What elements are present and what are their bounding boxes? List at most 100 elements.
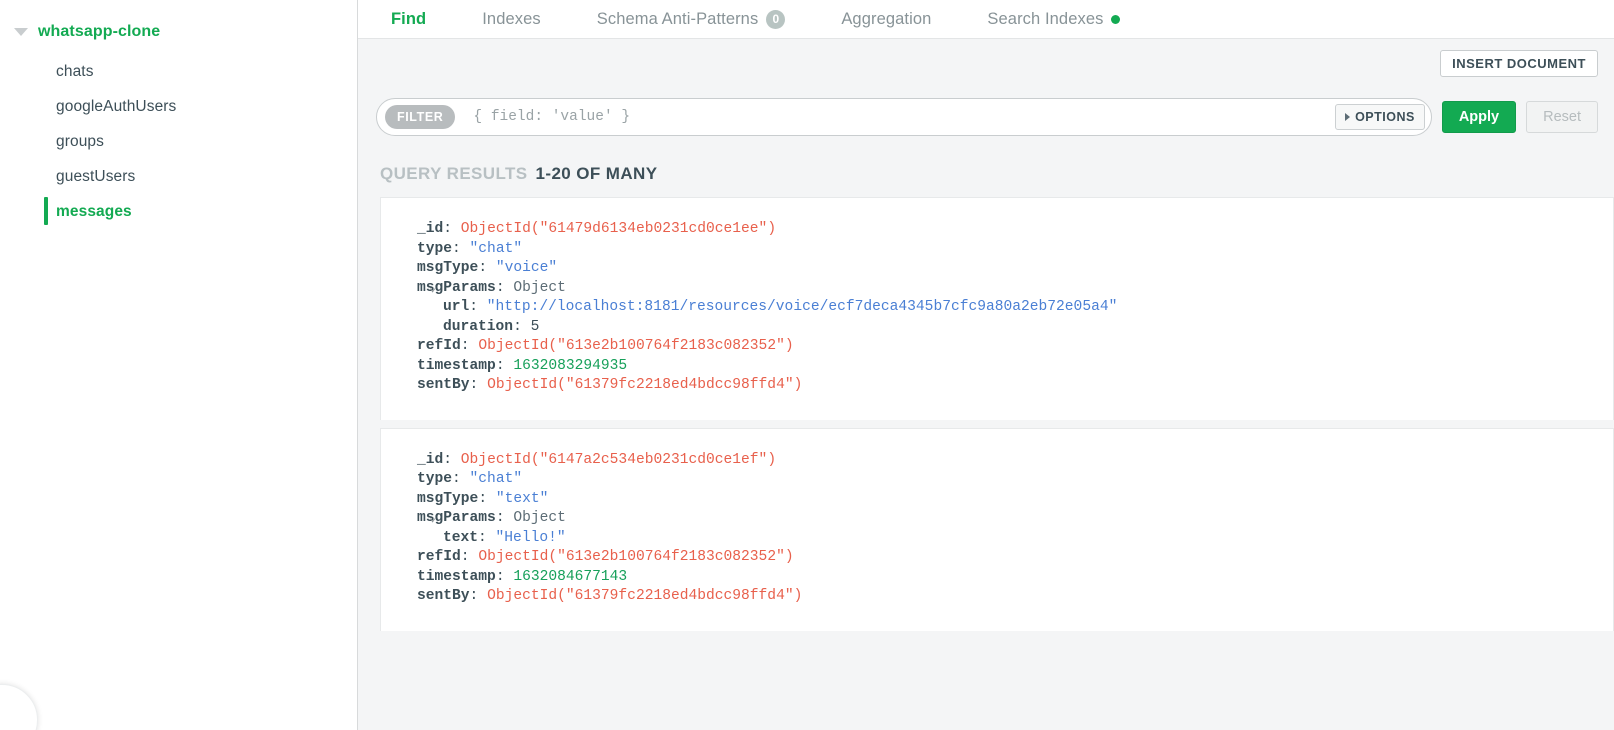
field-separator: : — [469, 299, 487, 315]
sidebar-item-label: groups — [56, 132, 104, 150]
document-field-row: url: "http://localhost:8181/resources/vo… — [381, 298, 1613, 318]
field-separator: : — [443, 451, 461, 468]
filter-field-container[interactable]: FILTER OPTIONS — [376, 98, 1432, 136]
document-field-row: type: "chat" — [381, 240, 1613, 260]
document-field-row: ⌄ msgParams: Object — [381, 509, 1613, 529]
document-field-row: timestamp: 1632084677143 — [381, 568, 1613, 588]
field-key: duration — [443, 318, 514, 335]
sidebar-item-label: messages — [56, 202, 132, 220]
triangle-right-icon — [1345, 113, 1351, 121]
field-key: text — [443, 529, 479, 546]
field-key: msgType — [417, 260, 479, 276]
field-value: "chat" — [469, 471, 523, 487]
apply-button[interactable]: Apply — [1441, 101, 1517, 133]
field-separator: : — [495, 510, 514, 526]
document-field-row: ⌄ msgParams: Object — [381, 279, 1613, 299]
field-value: 5 — [530, 318, 540, 335]
compass-window: whatsapp-clone chats googleAuthUsers gro… — [0, 0, 1614, 730]
document-field-row: refId: ObjectId("613e2b100764f2183c08235… — [381, 548, 1613, 568]
query-results-header: QUERY RESULTS 1-20 OF MANY — [358, 151, 1614, 197]
document-list[interactable]: _id: ObjectId("61479d6134eb0231cd0ce1ee"… — [358, 197, 1614, 730]
field-value: ObjectId("613e2b100764f2183c082352") — [478, 338, 794, 354]
field-key: timestamp — [417, 357, 496, 374]
sidebar-database-whatsapp-clone[interactable]: whatsapp-clone — [0, 16, 357, 48]
collection-list: chats googleAuthUsers groups guestUsers … — [0, 54, 357, 229]
field-value: "chat" — [469, 240, 523, 257]
sidebar-item-messages[interactable]: messages — [0, 194, 357, 229]
tab-indexes[interactable]: Indexes — [482, 0, 541, 39]
anti-patterns-count-badge: 0 — [766, 9, 786, 29]
field-value: "voice" — [495, 260, 558, 276]
filter-input[interactable] — [471, 108, 1336, 126]
sidebar-item-label: googleAuthUsers — [56, 97, 177, 115]
document-field-row: _id: ObjectId("61479d6134eb0231cd0ce1ee"… — [381, 220, 1613, 240]
caret-down-icon[interactable] — [12, 23, 30, 41]
field-key: url — [443, 299, 470, 315]
field-separator: : — [478, 529, 496, 546]
tab-aggregation[interactable]: Aggregation — [841, 0, 931, 39]
field-key: timestamp — [417, 568, 496, 585]
tab-label: Schema Anti-Patterns — [596, 9, 759, 28]
insert-document-row: INSERT DOCUMENT — [358, 39, 1614, 83]
tab-label: Indexes — [482, 9, 541, 28]
field-key: msgType — [417, 490, 479, 507]
sidebar-item-googleauthusers[interactable]: googleAuthUsers — [0, 89, 357, 124]
field-separator: : — [495, 568, 514, 585]
field-key: type — [417, 240, 453, 257]
filter-pill-label: FILTER — [385, 105, 456, 129]
field-key: _id — [417, 221, 444, 237]
floating-action-orb[interactable] — [0, 684, 38, 730]
field-value: ObjectId("6147a2c534eb0231cd0ce1ef") — [460, 451, 777, 468]
field-value: "Hello!" — [495, 529, 566, 546]
document-field-row: timestamp: 1632083294935 — [381, 357, 1613, 377]
insert-document-button[interactable]: INSERT DOCUMENT — [1440, 49, 1598, 77]
document-field-row: refId: ObjectId("613e2b100764f2183c08235… — [381, 337, 1613, 357]
document-field-row: duration: 5 — [381, 318, 1613, 338]
field-key: sentBy — [417, 588, 470, 604]
tab-label: Aggregation — [841, 9, 932, 28]
field-separator: : — [452, 471, 470, 487]
field-separator: : — [460, 549, 479, 565]
document-field-row: sentBy: ObjectId("61379fc2218ed4bdcc98ff… — [381, 376, 1613, 396]
document-field-row: msgType: "voice" — [381, 259, 1613, 279]
field-value: ObjectId("61379fc2218ed4bdcc98ffd4") — [487, 588, 803, 604]
document-card[interactable]: _id: ObjectId("61479d6134eb0231cd0ce1ee"… — [380, 197, 1614, 420]
main-panel: Find Indexes Schema Anti-Patterns 0 Aggr… — [358, 0, 1614, 730]
tab-bar: Find Indexes Schema Anti-Patterns 0 Aggr… — [358, 0, 1614, 39]
query-options-button[interactable]: OPTIONS — [1335, 104, 1425, 130]
field-separator: : — [478, 260, 496, 276]
field-key: sentBy — [417, 377, 470, 393]
field-separator: : — [495, 279, 514, 296]
chevron-down-icon[interactable]: ⌄ — [429, 279, 436, 299]
document-card[interactable]: _id: ObjectId("6147a2c534eb0231cd0ce1ef"… — [380, 427, 1614, 631]
query-bar: FILTER OPTIONS Apply Reset — [358, 83, 1614, 151]
field-separator: : — [469, 377, 488, 393]
sidebar-item-label: chats — [56, 62, 94, 80]
tab-search-indexes[interactable]: Search Indexes — [987, 0, 1121, 39]
field-separator: : — [443, 221, 461, 237]
field-value: "http://localhost:8181/resources/voice/e… — [486, 299, 1118, 315]
active-indicator-bar — [44, 197, 48, 225]
sidebar-item-chats[interactable]: chats — [0, 54, 357, 89]
field-separator: : — [452, 240, 470, 257]
status-dot-icon — [1111, 14, 1121, 24]
sidebar-item-guestusers[interactable]: guestUsers — [0, 159, 357, 194]
reset-button: Reset — [1526, 101, 1598, 133]
field-value: ObjectId("61479d6134eb0231cd0ce1ee") — [460, 221, 777, 237]
field-value: ObjectId("613e2b100764f2183c082352") — [478, 549, 794, 565]
field-value: ObjectId("61379fc2218ed4bdcc98ffd4") — [487, 377, 803, 393]
sidebar-database-label: whatsapp-clone — [38, 23, 161, 40]
query-options-label: OPTIONS — [1355, 110, 1415, 124]
document-field-row: type: "chat" — [381, 470, 1613, 490]
sidebar: whatsapp-clone chats googleAuthUsers gro… — [0, 0, 358, 730]
tab-find[interactable]: Find — [391, 0, 426, 39]
field-separator: : — [513, 318, 531, 335]
field-separator: : — [460, 338, 479, 354]
field-value: 1632084677143 — [513, 568, 628, 585]
tab-schema-anti-patterns[interactable]: Schema Anti-Patterns 0 — [597, 0, 786, 39]
document-field-row: text: "Hello!" — [381, 529, 1613, 549]
sidebar-item-groups[interactable]: groups — [0, 124, 357, 159]
tab-label: Find — [391, 9, 427, 28]
chevron-down-icon[interactable]: ⌄ — [429, 509, 436, 529]
query-results-label: QUERY RESULTS — [380, 164, 528, 183]
